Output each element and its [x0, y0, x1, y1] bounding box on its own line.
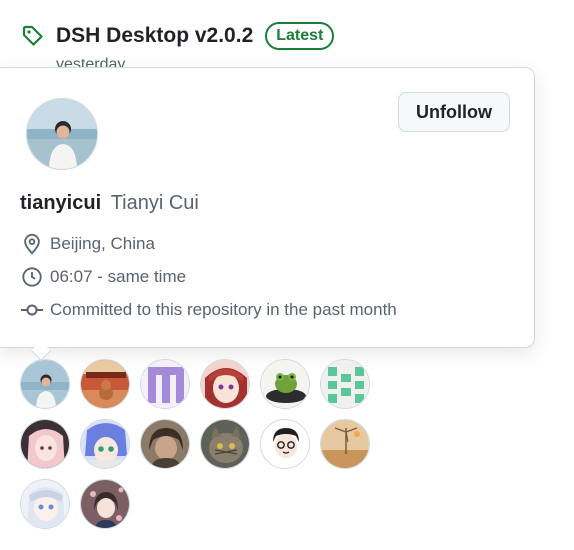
contributor-avatar[interactable]	[140, 419, 190, 469]
user-hovercard: Unfollow tianyicui Tianyi Cui Beijing, C…	[0, 67, 535, 348]
hovercard-local-time: 06:07 - same time	[20, 265, 186, 289]
hovercard-full-name: Tianyi Cui	[110, 192, 199, 214]
unfollow-button[interactable]: Unfollow	[398, 92, 510, 132]
hovercard-avatar[interactable]	[26, 98, 98, 170]
git-commit-icon	[20, 298, 44, 322]
location-text: Beijing, China	[50, 234, 155, 253]
contributor-avatar[interactable]	[200, 419, 250, 469]
clock-icon	[20, 265, 44, 289]
hovercard-name: tianyicui Tianyi Cui	[20, 192, 199, 215]
contributor-avatar[interactable]	[80, 419, 130, 469]
contributor-avatar[interactable]	[260, 419, 310, 469]
contributor-avatar[interactable]	[320, 419, 370, 469]
latest-badge: Latest	[265, 22, 335, 50]
hovercard-login[interactable]: tianyicui	[20, 192, 101, 214]
hovercard-commit-note: Committed to this repository in the past…	[20, 298, 397, 322]
contributor-avatar[interactable]	[260, 359, 310, 409]
contributor-avatar[interactable]	[20, 419, 70, 469]
commit-note-text: Committed to this repository in the past…	[50, 300, 397, 319]
location-pin-icon	[20, 232, 44, 256]
release-title[interactable]: DSH Desktop v2.0.2	[56, 24, 253, 48]
contributor-avatar[interactable]	[200, 359, 250, 409]
contributor-avatar[interactable]	[140, 359, 190, 409]
release-header: DSH Desktop v2.0.2 Latest	[20, 18, 335, 54]
contributor-avatar[interactable]	[320, 359, 370, 409]
contributor-avatar[interactable]	[80, 479, 130, 529]
local-time-text: 06:07 - same time	[50, 267, 187, 286]
contributor-avatar[interactable]	[20, 359, 70, 409]
hovercard-location: Beijing, China	[20, 232, 155, 256]
contributor-avatar[interactable]	[80, 359, 130, 409]
contributor-avatar[interactable]	[20, 479, 70, 529]
tag-icon	[20, 23, 46, 49]
